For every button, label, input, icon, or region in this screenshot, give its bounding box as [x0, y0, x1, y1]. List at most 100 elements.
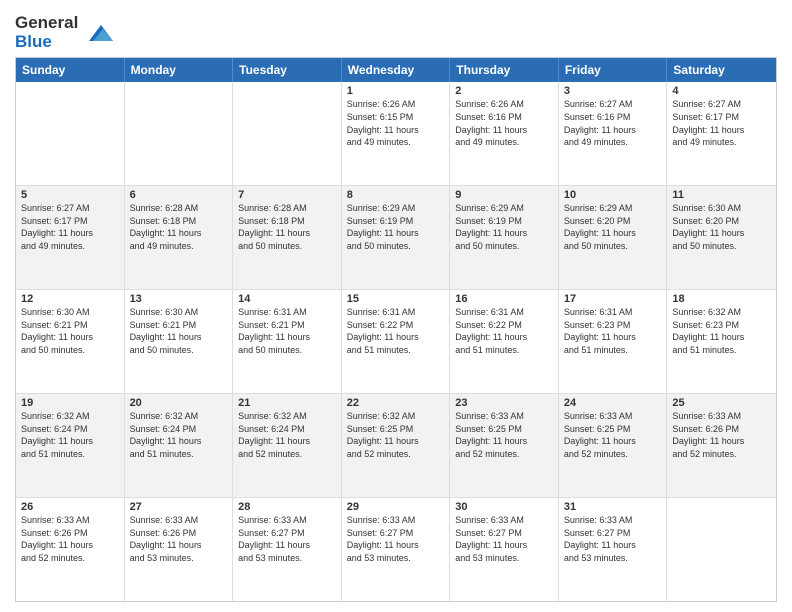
day-number: 30	[455, 501, 553, 513]
calendar-cell	[125, 82, 234, 185]
calendar-cell: 8Sunrise: 6:29 AM Sunset: 6:19 PM Daylig…	[342, 186, 451, 289]
day-number: 20	[130, 397, 228, 409]
day-number: 24	[564, 397, 662, 409]
calendar-cell: 11Sunrise: 6:30 AM Sunset: 6:20 PM Dayli…	[667, 186, 776, 289]
calendar-cell: 25Sunrise: 6:33 AM Sunset: 6:26 PM Dayli…	[667, 394, 776, 497]
day-info: Sunrise: 6:32 AM Sunset: 6:23 PM Dayligh…	[672, 306, 771, 356]
day-info: Sunrise: 6:30 AM Sunset: 6:21 PM Dayligh…	[130, 306, 228, 356]
calendar-cell: 31Sunrise: 6:33 AM Sunset: 6:27 PM Dayli…	[559, 498, 668, 601]
calendar-cell: 9Sunrise: 6:29 AM Sunset: 6:19 PM Daylig…	[450, 186, 559, 289]
day-info: Sunrise: 6:33 AM Sunset: 6:26 PM Dayligh…	[130, 514, 228, 564]
calendar-cell: 17Sunrise: 6:31 AM Sunset: 6:23 PM Dayli…	[559, 290, 668, 393]
calendar-cell: 14Sunrise: 6:31 AM Sunset: 6:21 PM Dayli…	[233, 290, 342, 393]
day-info: Sunrise: 6:33 AM Sunset: 6:25 PM Dayligh…	[455, 410, 553, 460]
header: General Blue	[15, 10, 777, 51]
weekday-header-saturday: Saturday	[667, 58, 776, 82]
day-info: Sunrise: 6:30 AM Sunset: 6:21 PM Dayligh…	[21, 306, 119, 356]
calendar-cell: 20Sunrise: 6:32 AM Sunset: 6:24 PM Dayli…	[125, 394, 234, 497]
day-info: Sunrise: 6:29 AM Sunset: 6:19 PM Dayligh…	[347, 202, 445, 252]
weekday-header-monday: Monday	[125, 58, 234, 82]
day-number: 12	[21, 293, 119, 305]
day-number: 31	[564, 501, 662, 513]
day-info: Sunrise: 6:29 AM Sunset: 6:20 PM Dayligh…	[564, 202, 662, 252]
calendar-cell: 27Sunrise: 6:33 AM Sunset: 6:26 PM Dayli…	[125, 498, 234, 601]
calendar-cell: 28Sunrise: 6:33 AM Sunset: 6:27 PM Dayli…	[233, 498, 342, 601]
weekday-header-wednesday: Wednesday	[342, 58, 451, 82]
logo: General Blue	[15, 14, 113, 51]
day-info: Sunrise: 6:31 AM Sunset: 6:22 PM Dayligh…	[347, 306, 445, 356]
day-info: Sunrise: 6:33 AM Sunset: 6:27 PM Dayligh…	[238, 514, 336, 564]
calendar-row-2: 5Sunrise: 6:27 AM Sunset: 6:17 PM Daylig…	[16, 186, 776, 290]
day-info: Sunrise: 6:27 AM Sunset: 6:16 PM Dayligh…	[564, 98, 662, 148]
calendar-cell: 18Sunrise: 6:32 AM Sunset: 6:23 PM Dayli…	[667, 290, 776, 393]
calendar-cell: 12Sunrise: 6:30 AM Sunset: 6:21 PM Dayli…	[16, 290, 125, 393]
day-number: 18	[672, 293, 771, 305]
day-number: 29	[347, 501, 445, 513]
day-info: Sunrise: 6:31 AM Sunset: 6:21 PM Dayligh…	[238, 306, 336, 356]
calendar-cell	[233, 82, 342, 185]
day-number: 26	[21, 501, 119, 513]
weekday-header-friday: Friday	[559, 58, 668, 82]
day-info: Sunrise: 6:33 AM Sunset: 6:27 PM Dayligh…	[347, 514, 445, 564]
day-number: 9	[455, 189, 553, 201]
calendar-row-3: 12Sunrise: 6:30 AM Sunset: 6:21 PM Dayli…	[16, 290, 776, 394]
day-number: 7	[238, 189, 336, 201]
day-info: Sunrise: 6:31 AM Sunset: 6:22 PM Dayligh…	[455, 306, 553, 356]
day-info: Sunrise: 6:27 AM Sunset: 6:17 PM Dayligh…	[672, 98, 771, 148]
day-info: Sunrise: 6:32 AM Sunset: 6:24 PM Dayligh…	[130, 410, 228, 460]
calendar-cell: 5Sunrise: 6:27 AM Sunset: 6:17 PM Daylig…	[16, 186, 125, 289]
day-number: 19	[21, 397, 119, 409]
day-number: 11	[672, 189, 771, 201]
day-info: Sunrise: 6:27 AM Sunset: 6:17 PM Dayligh…	[21, 202, 119, 252]
day-number: 16	[455, 293, 553, 305]
calendar-cell: 19Sunrise: 6:32 AM Sunset: 6:24 PM Dayli…	[16, 394, 125, 497]
calendar-cell: 3Sunrise: 6:27 AM Sunset: 6:16 PM Daylig…	[559, 82, 668, 185]
day-number: 5	[21, 189, 119, 201]
calendar-cell: 16Sunrise: 6:31 AM Sunset: 6:22 PM Dayli…	[450, 290, 559, 393]
calendar-cell: 6Sunrise: 6:28 AM Sunset: 6:18 PM Daylig…	[125, 186, 234, 289]
day-number: 13	[130, 293, 228, 305]
day-info: Sunrise: 6:33 AM Sunset: 6:27 PM Dayligh…	[564, 514, 662, 564]
day-info: Sunrise: 6:32 AM Sunset: 6:25 PM Dayligh…	[347, 410, 445, 460]
calendar-header: SundayMondayTuesdayWednesdayThursdayFrid…	[16, 58, 776, 82]
day-info: Sunrise: 6:28 AM Sunset: 6:18 PM Dayligh…	[238, 202, 336, 252]
day-number: 21	[238, 397, 336, 409]
logo-general-text: General	[15, 14, 78, 33]
calendar-cell: 24Sunrise: 6:33 AM Sunset: 6:25 PM Dayli…	[559, 394, 668, 497]
calendar: SundayMondayTuesdayWednesdayThursdayFrid…	[15, 57, 777, 602]
calendar-cell: 26Sunrise: 6:33 AM Sunset: 6:26 PM Dayli…	[16, 498, 125, 601]
day-number: 8	[347, 189, 445, 201]
day-number: 1	[347, 85, 445, 97]
day-number: 28	[238, 501, 336, 513]
weekday-header-sunday: Sunday	[16, 58, 125, 82]
calendar-cell: 13Sunrise: 6:30 AM Sunset: 6:21 PM Dayli…	[125, 290, 234, 393]
day-number: 23	[455, 397, 553, 409]
day-number: 25	[672, 397, 771, 409]
day-info: Sunrise: 6:33 AM Sunset: 6:26 PM Dayligh…	[21, 514, 119, 564]
day-number: 27	[130, 501, 228, 513]
calendar-cell: 23Sunrise: 6:33 AM Sunset: 6:25 PM Dayli…	[450, 394, 559, 497]
calendar-cell: 15Sunrise: 6:31 AM Sunset: 6:22 PM Dayli…	[342, 290, 451, 393]
day-number: 3	[564, 85, 662, 97]
calendar-cell	[667, 498, 776, 601]
day-info: Sunrise: 6:26 AM Sunset: 6:15 PM Dayligh…	[347, 98, 445, 148]
day-info: Sunrise: 6:29 AM Sunset: 6:19 PM Dayligh…	[455, 202, 553, 252]
weekday-header-thursday: Thursday	[450, 58, 559, 82]
day-info: Sunrise: 6:32 AM Sunset: 6:24 PM Dayligh…	[21, 410, 119, 460]
calendar-row-4: 19Sunrise: 6:32 AM Sunset: 6:24 PM Dayli…	[16, 394, 776, 498]
calendar-cell: 7Sunrise: 6:28 AM Sunset: 6:18 PM Daylig…	[233, 186, 342, 289]
day-info: Sunrise: 6:33 AM Sunset: 6:25 PM Dayligh…	[564, 410, 662, 460]
day-info: Sunrise: 6:33 AM Sunset: 6:27 PM Dayligh…	[455, 514, 553, 564]
day-number: 4	[672, 85, 771, 97]
day-info: Sunrise: 6:26 AM Sunset: 6:16 PM Dayligh…	[455, 98, 553, 148]
logo-blue-text: Blue	[15, 33, 78, 52]
calendar-body: 1Sunrise: 6:26 AM Sunset: 6:15 PM Daylig…	[16, 82, 776, 601]
calendar-cell: 1Sunrise: 6:26 AM Sunset: 6:15 PM Daylig…	[342, 82, 451, 185]
calendar-cell: 10Sunrise: 6:29 AM Sunset: 6:20 PM Dayli…	[559, 186, 668, 289]
weekday-header-tuesday: Tuesday	[233, 58, 342, 82]
calendar-row-1: 1Sunrise: 6:26 AM Sunset: 6:15 PM Daylig…	[16, 82, 776, 186]
day-number: 10	[564, 189, 662, 201]
calendar-cell: 22Sunrise: 6:32 AM Sunset: 6:25 PM Dayli…	[342, 394, 451, 497]
day-number: 15	[347, 293, 445, 305]
logo-icon	[81, 17, 113, 49]
